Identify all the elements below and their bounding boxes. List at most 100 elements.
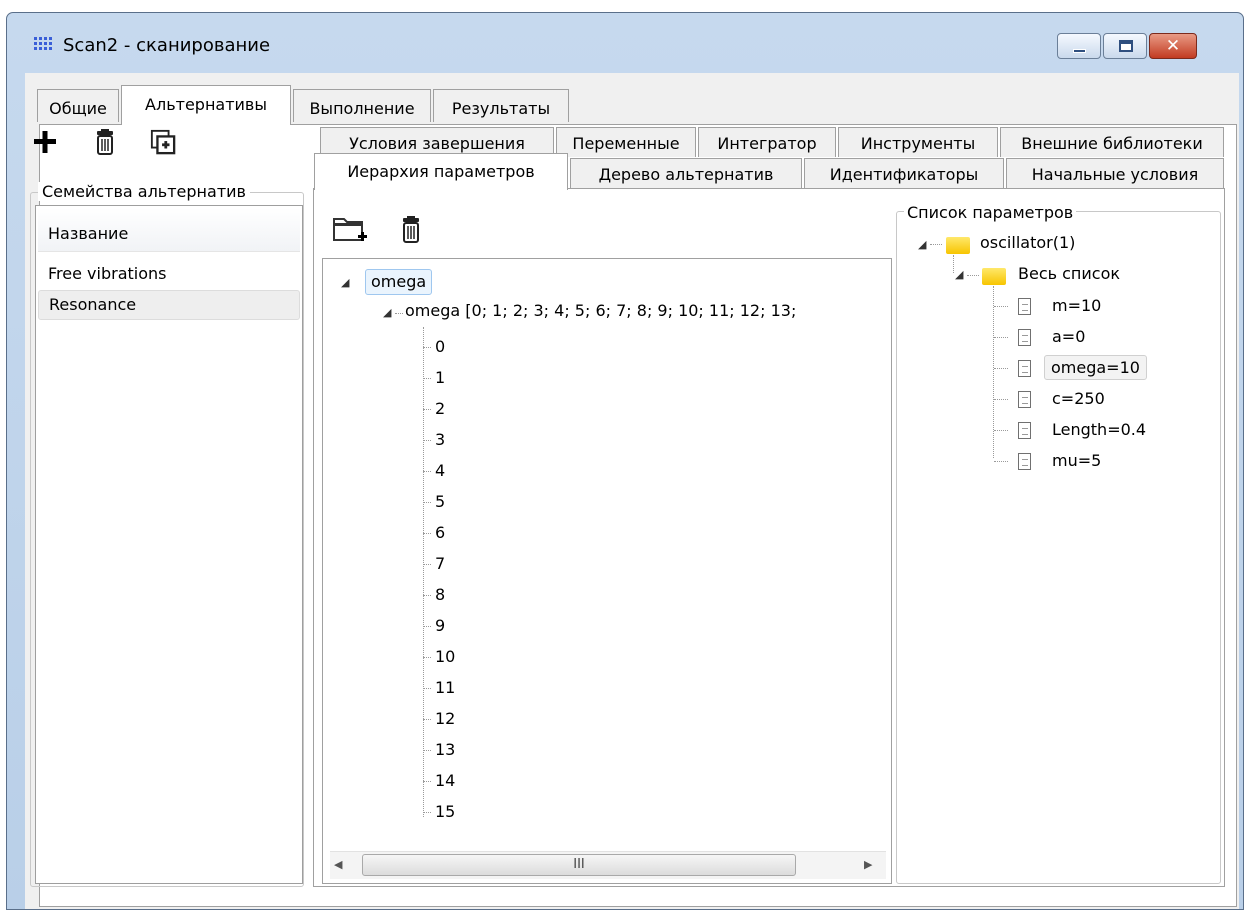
- horizontal-scrollbar[interactable]: ◀ III ▶: [330, 851, 886, 879]
- tree-node-value[interactable]: 1: [435, 368, 445, 399]
- tab-general[interactable]: Общие: [37, 89, 119, 122]
- tree-node-value[interactable]: 8: [435, 585, 445, 616]
- tab-alternatives[interactable]: Альтернативы: [121, 85, 291, 125]
- tree-node-value[interactable]: 3: [435, 430, 445, 461]
- file-icon: [1018, 453, 1031, 470]
- tree-node-value[interactable]: 15: [435, 802, 455, 833]
- params-group-node[interactable]: Весь список: [1018, 264, 1120, 283]
- collapse-arrow-icon[interactable]: ◢: [918, 238, 926, 251]
- params-root-node[interactable]: oscillator(1): [980, 233, 1075, 252]
- tree-node-value[interactable]: 14: [435, 771, 455, 802]
- plus-icon[interactable]: [32, 128, 58, 156]
- tree-node-value[interactable]: 4: [435, 461, 445, 492]
- tree-connector: [423, 440, 431, 441]
- folder-icon: [946, 237, 970, 254]
- collapse-arrow-icon[interactable]: ◢: [341, 276, 349, 289]
- tab-variables[interactable]: Переменные: [556, 127, 696, 157]
- tree-connector: [423, 409, 431, 410]
- tree-connector: [423, 657, 431, 658]
- tree-connector: [423, 378, 431, 379]
- parameter-hierarchy-tree[interactable]: ◢ omega ◢ omega [0; 1; 2; 3; 4; 5; 6; 7;…: [322, 258, 892, 884]
- tree-node-value[interactable]: 10: [435, 647, 455, 678]
- tree-connector: [994, 337, 1008, 338]
- param-item[interactable]: omega=10: [1044, 355, 1147, 380]
- param-item[interactable]: m=10: [1052, 296, 1101, 315]
- minimize-icon: [1073, 49, 1086, 53]
- tree-connector: [423, 781, 431, 782]
- maximize-button[interactable]: [1103, 33, 1147, 59]
- tree-node-value[interactable]: 12: [435, 709, 455, 740]
- tree-connector: [423, 626, 431, 627]
- tree-connector: [423, 688, 431, 689]
- close-icon: ✕: [1165, 36, 1181, 56]
- param-item[interactable]: Length=0.4: [1052, 420, 1146, 439]
- tree-connector: [994, 461, 1008, 462]
- list-item[interactable]: Free vibrations: [38, 260, 300, 290]
- tab-parameter-hierarchy[interactable]: Иерархия параметров: [314, 153, 568, 190]
- tree-node-value[interactable]: 5: [435, 492, 445, 523]
- tree-connector: [423, 750, 431, 751]
- file-icon: [1018, 360, 1031, 377]
- tree-connector: [993, 286, 994, 458]
- collapse-arrow-icon[interactable]: ◢: [955, 268, 963, 281]
- file-icon: [1018, 391, 1031, 408]
- tree-node-value[interactable]: 2: [435, 399, 445, 430]
- file-icon: [1018, 298, 1031, 315]
- tree-connector: [423, 719, 431, 720]
- folder-icon: [982, 268, 1006, 285]
- scrollbar-thumb[interactable]: III: [362, 854, 796, 876]
- params-groupbox-title: Список параметров: [904, 203, 1077, 222]
- param-item[interactable]: c=250: [1052, 389, 1105, 408]
- copy-add-icon[interactable]: [150, 128, 176, 156]
- tree-connector: [423, 595, 431, 596]
- tab-alternatives-tree[interactable]: Дерево альтернатив: [570, 158, 802, 188]
- tree-connector: [953, 255, 954, 273]
- scroll-right-icon[interactable]: ▶: [864, 858, 880, 874]
- minimize-button[interactable]: [1057, 33, 1101, 59]
- tree-connector: [930, 244, 942, 245]
- tree-connector: [423, 471, 431, 472]
- tree-node-value[interactable]: 13: [435, 740, 455, 771]
- tab-execution[interactable]: Выполнение: [293, 89, 431, 122]
- tab-external-libraries[interactable]: Внешние библиотеки: [1000, 127, 1224, 157]
- maximize-icon: [1119, 40, 1133, 52]
- param-item[interactable]: mu=5: [1052, 451, 1101, 470]
- tab-integrator[interactable]: Интегратор: [698, 127, 836, 157]
- families-column-header[interactable]: Название: [38, 208, 300, 252]
- tree-connector: [994, 306, 1008, 307]
- families-groupbox-title: Семейства альтернатив: [38, 182, 250, 201]
- trash-icon[interactable]: [398, 214, 424, 244]
- close-button[interactable]: ✕: [1149, 33, 1197, 59]
- file-icon: [1018, 329, 1031, 346]
- tree-connector: [994, 430, 1008, 431]
- tab-initial-conditions[interactable]: Начальные условия: [1006, 158, 1224, 188]
- tree-node-value[interactable]: 6: [435, 523, 445, 554]
- tree-node-value[interactable]: 9: [435, 616, 445, 647]
- app-grid-icon: [34, 37, 52, 50]
- tree-connector: [423, 347, 431, 348]
- trash-icon[interactable]: [92, 128, 118, 156]
- window-title: Scan2 - сканирование: [63, 35, 271, 56]
- tree-connector: [967, 275, 979, 276]
- collapse-arrow-icon[interactable]: ◢: [383, 306, 391, 319]
- folder-add-icon[interactable]: [332, 214, 370, 244]
- param-item[interactable]: a=0: [1052, 327, 1085, 346]
- tree-connector: [423, 533, 431, 534]
- families-list[interactable]: Название Free vibrations Resonance: [35, 205, 303, 884]
- list-item[interactable]: Resonance: [38, 290, 300, 320]
- tree-node-omega-values[interactable]: omega [0; 1; 2; 3; 4; 5; 6; 7; 8; 9; 10;…: [405, 301, 796, 332]
- title-bar[interactable]: Scan2 - сканирование ✕: [7, 13, 1243, 69]
- tree-node-value[interactable]: 11: [435, 678, 455, 709]
- tab-identifiers[interactable]: Идентификаторы: [804, 158, 1004, 188]
- tree-connector: [423, 327, 424, 817]
- tree-connector: [423, 502, 431, 503]
- tree-node-root[interactable]: omega: [365, 269, 433, 295]
- file-icon: [1018, 422, 1031, 439]
- tree-connector: [994, 368, 1008, 369]
- tab-tools[interactable]: Инструменты: [838, 127, 998, 157]
- tree-connector: [423, 812, 431, 813]
- tree-node-value[interactable]: 7: [435, 554, 445, 585]
- tab-results[interactable]: Результаты: [433, 89, 569, 122]
- tree-node-value[interactable]: 0: [435, 337, 445, 368]
- scroll-left-icon[interactable]: ◀: [334, 858, 350, 874]
